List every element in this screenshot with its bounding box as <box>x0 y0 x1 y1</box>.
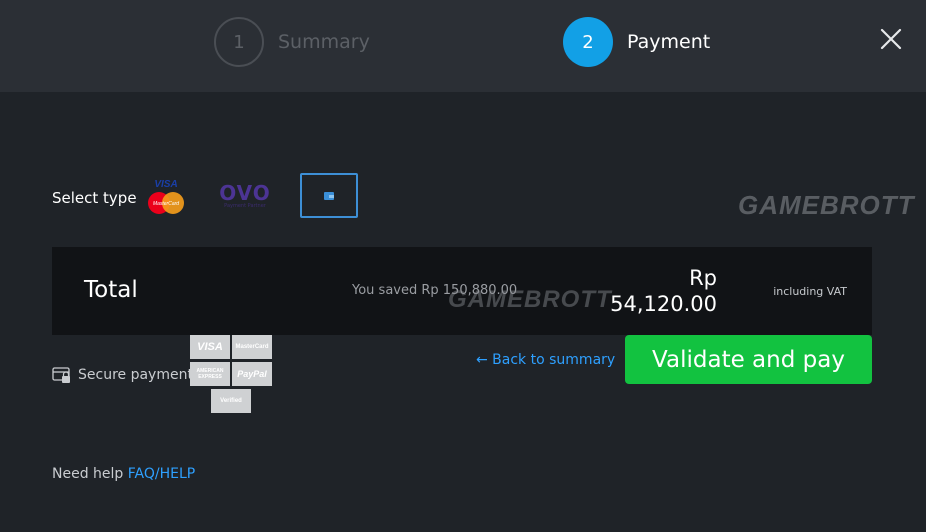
visa-logo: VISA <box>190 335 230 359</box>
payment-option-card[interactable]: VISA MasterCard <box>144 173 188 218</box>
payment-option-ovo[interactable]: OVO Payment Partner <box>214 173 276 218</box>
currency: Rp <box>689 266 717 290</box>
wallet-icon <box>324 191 334 200</box>
amex-logo: AMERICAN EXPRESS <box>190 362 230 386</box>
card-brand-top: VISA <box>154 179 177 190</box>
ovo-sub: Payment Partner <box>224 202 266 209</box>
step-label: Payment <box>627 31 711 53</box>
validate-and-pay-button[interactable]: Validate and pay <box>625 335 872 384</box>
total-label: Total <box>84 277 138 303</box>
total-amount: Rp 54,120.00 <box>610 265 717 317</box>
checkout-header: 1 Summary 2 Payment <box>0 0 926 92</box>
visa-mastercard-icon: VISA MasterCard <box>148 179 184 214</box>
secure-payment-label: Secure payment <box>78 367 193 383</box>
watermark-logo: GAMEBROTT <box>738 190 915 220</box>
help-text: Need help <box>52 466 124 482</box>
amount-value: 54,120.00 <box>610 292 717 316</box>
back-to-summary-link[interactable]: ← Back to summary <box>476 352 615 368</box>
help-section: Need help FAQ/HELP <box>52 466 195 482</box>
select-type-label: Select type <box>52 189 137 207</box>
step-payment[interactable]: 2 Payment <box>563 17 710 67</box>
paypal-logo: PayPal <box>232 362 272 386</box>
verified-logo: Verified <box>211 389 251 413</box>
payment-option-wallet[interactable] <box>300 173 358 218</box>
vat-note: including VAT <box>773 285 847 298</box>
secure-lock-icon <box>52 367 70 383</box>
secure-payment: Secure payment <box>52 366 193 384</box>
step-label: Summary <box>278 31 370 53</box>
mastercard-logo: MasterCard <box>232 335 272 359</box>
faq-help-link[interactable]: FAQ/HELP <box>128 466 195 482</box>
ovo-brand: OVO <box>219 180 271 205</box>
step-summary[interactable]: 1 Summary <box>214 17 370 67</box>
watermark-logo: GAMEBROTT <box>448 286 612 313</box>
close-icon[interactable] <box>876 24 906 54</box>
card-brand-bottom: MasterCard <box>153 201 179 207</box>
ovo-logo: OVO Payment Partner <box>219 183 271 209</box>
step-number: 1 <box>214 17 264 67</box>
step-number: 2 <box>563 17 613 67</box>
